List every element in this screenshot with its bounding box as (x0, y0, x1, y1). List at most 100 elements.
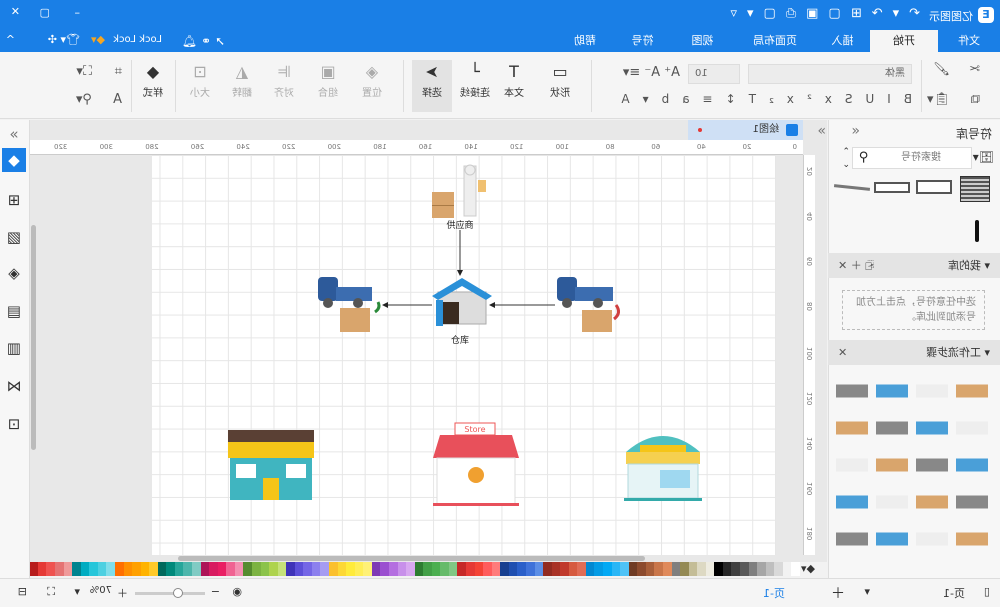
zoom-in-button[interactable]: ＋ (117, 585, 128, 601)
page-icon[interactable]: ▤ (2, 299, 26, 323)
shape-button[interactable]: ▭ 形状 (540, 60, 580, 99)
play-button[interactable]: ◉ (232, 585, 242, 598)
position-button[interactable]: ◈ 位置 (354, 60, 390, 99)
palette-swatch[interactable] (697, 562, 706, 576)
library-manager-icon[interactable]: 🗄︎▾ (973, 150, 994, 164)
palette-swatch[interactable] (363, 562, 372, 576)
vertical-scrollbar[interactable] (31, 225, 36, 450)
palette-swatch[interactable] (466, 562, 475, 576)
workflow-symbol[interactable] (956, 375, 988, 407)
more-icon[interactable]: ⚲▾ (76, 92, 92, 107)
fit-width-icon[interactable]: ⊟ (18, 585, 27, 598)
palette-swatch[interactable] (491, 562, 501, 576)
presentation-icon[interactable]: ⊡ (2, 412, 26, 436)
palette-swatch[interactable] (277, 562, 287, 576)
text-button[interactable]: T 文本 (496, 60, 532, 99)
page-layout-icon[interactable]: ▯ (984, 585, 990, 598)
palette-swatch[interactable] (474, 562, 484, 576)
horizontal-scrollbar[interactable] (178, 556, 645, 561)
palette-swatch[interactable] (654, 562, 663, 576)
expand-panel-icon[interactable]: » (817, 123, 826, 139)
style-button[interactable]: ◆ 样式 (136, 60, 170, 99)
palette-swatch[interactable] (705, 562, 715, 576)
workflow-symbol[interactable] (836, 523, 868, 555)
zoom-slider[interactable] (135, 588, 205, 598)
workflow-symbol[interactable] (916, 486, 948, 518)
palette-swatch[interactable] (517, 562, 526, 576)
workflow-symbol[interactable] (836, 449, 868, 481)
paste-icon[interactable]: 📋︎▾ (927, 92, 950, 107)
palette-swatch[interactable] (320, 562, 330, 576)
tab-home[interactable]: 开始 (870, 30, 938, 52)
palette-swatch[interactable] (722, 562, 732, 576)
workflow-symbol[interactable] (916, 523, 948, 555)
workflow-symbol[interactable] (916, 449, 948, 481)
layers-icon[interactable]: ◈ (2, 261, 26, 285)
palette-swatch[interactable] (311, 562, 321, 576)
palette-swatch[interactable] (226, 562, 235, 576)
symbol-search-input[interactable]: 搜索符号 ⚲ (852, 147, 972, 169)
palette-swatch[interactable] (671, 562, 681, 576)
tab-help[interactable]: 帮助 (555, 30, 615, 52)
palette-swatch[interactable] (748, 562, 758, 576)
palette-swatch[interactable] (431, 562, 441, 576)
palette-swatch[interactable] (209, 562, 218, 576)
palette-swatch[interactable] (551, 562, 561, 576)
palette-swatch[interactable] (577, 562, 586, 576)
close-section-icon[interactable]: ✕ (838, 340, 847, 365)
palette-swatch[interactable] (560, 562, 569, 576)
font-size-select[interactable]: 10 (688, 64, 740, 84)
palette-swatch[interactable] (354, 562, 364, 576)
palette-swatch[interactable] (406, 562, 415, 576)
palette-swatch[interactable] (260, 562, 270, 576)
crop-icon[interactable]: ⌗ (115, 64, 122, 79)
palette-swatch[interactable] (688, 562, 698, 576)
workflow-symbol[interactable] (876, 449, 908, 481)
palette-swatch[interactable] (55, 562, 64, 576)
cut-icon[interactable]: ✂ (969, 62, 980, 77)
workflow-symbol[interactable] (916, 375, 948, 407)
collapse-panel-icon[interactable]: « (851, 123, 860, 139)
palette-swatch[interactable] (115, 562, 124, 576)
workflow-symbol[interactable] (876, 412, 908, 444)
palette-swatch[interactable] (252, 562, 261, 576)
outline-icon[interactable]: ▥ (2, 336, 26, 360)
palette-swatch[interactable] (448, 562, 458, 576)
page-tab[interactable]: 页-1 (763, 585, 785, 601)
share-icons[interactable]: ➚ ⚭ 🔔︎ (182, 34, 225, 48)
palette-swatch[interactable] (620, 562, 629, 576)
tab-page-layout[interactable]: 页面布局 (735, 30, 815, 52)
palette-swatch[interactable] (543, 562, 552, 576)
fullscreen-icon[interactable]: ⛶ (47, 585, 55, 599)
palette-swatch[interactable] (97, 562, 107, 576)
palette-swatch[interactable] (628, 562, 638, 576)
palette-swatch[interactable] (740, 562, 749, 576)
text-format-icons[interactable]: BIUSx²x₂T↕≡ab▾A (608, 92, 912, 106)
palette-swatch[interactable] (457, 562, 467, 576)
network-icon[interactable]: ⋈ (2, 374, 26, 398)
palette-swatch[interactable] (29, 562, 38, 576)
skin-icon[interactable]: 👕︎▾ ✣ (48, 33, 80, 46)
palette-swatch[interactable] (397, 562, 407, 576)
palette-swatch[interactable] (46, 562, 56, 576)
palette-swatch[interactable] (500, 562, 509, 576)
palette-swatch[interactable] (346, 562, 355, 576)
expand-icon[interactable]: » (2, 122, 26, 146)
palette-swatch[interactable] (585, 562, 595, 576)
copy-icon[interactable]: ⧉ (971, 92, 980, 107)
palette-swatch[interactable] (508, 562, 518, 576)
group-button[interactable]: ▣ 组合 (310, 60, 346, 99)
symbol-roof-line[interactable] (833, 184, 871, 191)
collapse-ribbon-icon[interactable]: ^ (6, 33, 15, 46)
symbol-handle[interactable] (975, 220, 979, 242)
workflow-symbol[interactable] (956, 412, 988, 444)
palette-swatch[interactable] (423, 562, 432, 576)
palette-swatch[interactable] (234, 562, 244, 576)
workflow-symbol[interactable] (836, 486, 868, 518)
workflow-symbol[interactable] (916, 412, 948, 444)
size-button[interactable]: ⊡ 大小 (182, 60, 218, 99)
palette-swatch[interactable] (414, 562, 424, 576)
minimize-button[interactable]: – (75, 6, 81, 19)
palette-swatch[interactable] (132, 562, 141, 576)
palette-swatch[interactable] (72, 562, 81, 576)
